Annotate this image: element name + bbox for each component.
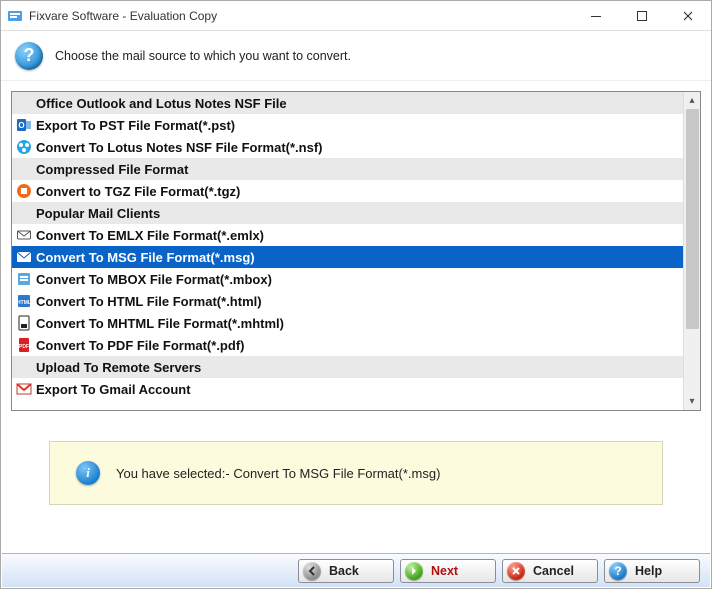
list-item-label: Office Outlook and Lotus Notes NSF File [36,96,287,111]
cancel-label: Cancel [533,564,574,578]
pdf-icon: PDF [16,337,32,353]
cancel-button[interactable]: Cancel [502,559,598,583]
list-group-header: Upload To Remote Servers [12,356,683,378]
list-item-label: Convert To EMLX File Format(*.emlx) [36,228,264,243]
outlook-icon: O [16,117,32,133]
info-icon: i [76,461,100,485]
maximize-button[interactable] [619,1,665,30]
help-label: Help [635,564,662,578]
list-item[interactable]: Convert To MSG File Format(*.msg) [12,246,683,268]
list-item-label: Convert to TGZ File Format(*.tgz) [36,184,240,199]
next-label: Next [431,564,458,578]
wizard-header: ? Choose the mail source to which you wa… [1,31,711,81]
list-item[interactable]: Convert To MBOX File Format(*.mbox) [12,268,683,290]
cancel-icon [507,562,525,580]
scroll-up-button[interactable]: ▴ [684,92,700,109]
list-item-label: Popular Mail Clients [36,206,160,221]
titlebar: Fixvare Software - Evaluation Copy [1,1,711,31]
window-title: Fixvare Software - Evaluation Copy [29,9,573,23]
list-item-label: Convert To Lotus Notes NSF File Format(*… [36,140,323,155]
list-group-header: Popular Mail Clients [12,202,683,224]
msg-icon [16,249,32,265]
gmail-icon [16,381,32,397]
list-item[interactable]: O Export To PST File Format(*.pst) [12,114,683,136]
list-item-label: Convert To MBOX File Format(*.mbox) [36,272,272,287]
back-label: Back [329,564,359,578]
list-item-label: Convert To MSG File Format(*.msg) [36,250,255,265]
list-item[interactable]: Convert To MHTML File Format(*.mhtml) [12,312,683,334]
next-button[interactable]: Next [400,559,496,583]
scroll-down-button[interactable]: ▾ [684,393,700,410]
minimize-button[interactable] [573,1,619,30]
svg-text:HTML: HTML [17,300,31,306]
list-item[interactable]: Convert To Lotus Notes NSF File Format(*… [12,136,683,158]
mhtml-icon [16,315,32,331]
list-group-header: Office Outlook and Lotus Notes NSF File [12,92,683,114]
question-icon: ? [15,42,43,70]
list-item[interactable]: Export To Gmail Account [12,378,683,400]
tgz-icon [16,183,32,199]
mbox-icon [16,271,32,287]
emlx-icon [16,227,32,243]
wizard-buttons: Back Next Cancel ? Help [2,553,710,587]
selection-info-text: You have selected:- Convert To MSG File … [116,466,440,481]
nsf-icon [16,139,32,155]
html-icon: HTML [16,293,32,309]
scroll-thumb[interactable] [686,109,699,329]
format-list-body: Office Outlook and Lotus Notes NSF File O… [12,92,683,410]
svg-text:O: O [18,121,24,130]
help-button[interactable]: ? Help [604,559,700,583]
list-item-label: Export To PST File Format(*.pst) [36,118,235,133]
list-item[interactable]: PDF Convert To PDF File Format(*.pdf) [12,334,683,356]
wizard-prompt: Choose the mail source to which you want… [55,49,351,63]
list-item-label: Compressed File Format [36,162,188,177]
back-icon [303,562,321,580]
help-icon: ? [609,562,627,580]
list-item-label: Export To Gmail Account [36,382,191,397]
list-item[interactable]: HTML Convert To HTML File Format(*.html) [12,290,683,312]
next-icon [405,562,423,580]
scrollbar[interactable]: ▴ ▾ [683,92,700,410]
list-item[interactable]: Convert To EMLX File Format(*.emlx) [12,224,683,246]
list-item-label: Convert To MHTML File Format(*.mhtml) [36,316,284,331]
list-group-header: Compressed File Format [12,158,683,180]
close-button[interactable] [665,1,711,30]
selection-infobox: i You have selected:- Convert To MSG Fil… [49,441,663,505]
list-item-label: Convert To HTML File Format(*.html) [36,294,262,309]
svg-text:PDF: PDF [19,344,29,350]
back-button[interactable]: Back [298,559,394,583]
list-item-label: Convert To PDF File Format(*.pdf) [36,338,244,353]
list-item[interactable]: Convert to TGZ File Format(*.tgz) [12,180,683,202]
app-icon [7,8,23,24]
format-list: Office Outlook and Lotus Notes NSF File O… [11,91,701,411]
list-item-label: Upload To Remote Servers [36,360,201,375]
